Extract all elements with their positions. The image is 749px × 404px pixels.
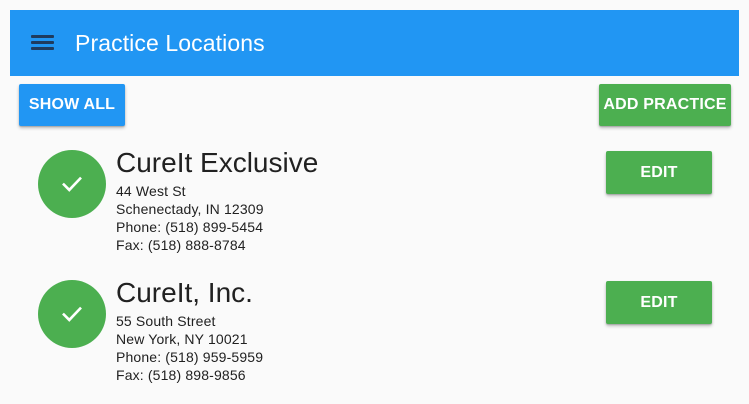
location-name: CureIt Exclusive	[116, 147, 319, 178]
app-bar: Practice Locations	[10, 10, 739, 76]
location-address-line1: 55 South Street	[116, 313, 216, 329]
location-address-line2: New York, NY 10021	[116, 331, 248, 347]
show-all-button[interactable]: SHOW ALL	[19, 84, 125, 126]
location-address-line2: Schenectady, IN 12309	[116, 201, 264, 217]
add-practice-button[interactable]: ADD PRACTICE	[599, 84, 731, 126]
location-phone: Phone: (518) 899-5454	[116, 219, 264, 235]
check-icon	[62, 306, 82, 322]
menu-icon-bar	[31, 35, 54, 38]
hamburger-menu-icon[interactable]	[31, 33, 55, 53]
location-address-line1: 44 West St	[116, 183, 186, 199]
status-avatar	[38, 280, 106, 348]
location-item: CureIt, Inc. 55 South Street New York, N…	[0, 276, 749, 396]
menu-icon-bar	[31, 41, 54, 44]
location-fax: Fax: (518) 888-8784	[116, 237, 246, 253]
location-item: CureIt Exclusive 44 West St Schenectady,…	[0, 146, 749, 266]
page-title: Practice Locations	[75, 30, 265, 56]
status-avatar	[38, 150, 106, 218]
menu-icon-bar	[31, 47, 54, 50]
location-name: CureIt, Inc.	[116, 277, 253, 308]
edit-button[interactable]: EDIT	[606, 281, 712, 324]
edit-button[interactable]: EDIT	[606, 151, 712, 194]
location-fax: Fax: (518) 898-9856	[116, 367, 246, 383]
check-icon	[62, 176, 82, 192]
location-phone: Phone: (518) 959-5959	[116, 349, 264, 365]
